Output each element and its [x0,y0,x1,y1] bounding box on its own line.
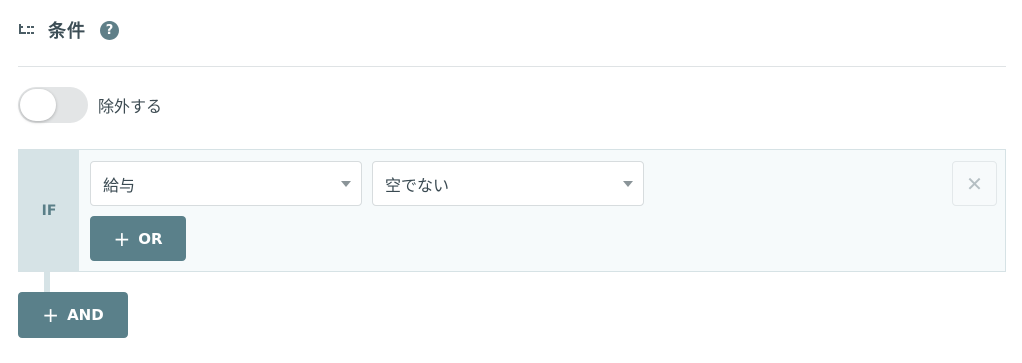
chevron-down-icon [623,181,633,187]
plus-icon: + [113,226,131,251]
remove-condition-button[interactable]: ✕ [952,161,997,206]
add-or-button[interactable]: + OR [90,216,186,261]
add-and-label: AND [67,306,104,324]
if-column: IF [19,150,79,271]
operator-select-value: 空でない [385,175,450,195]
help-icon[interactable]: ? [100,20,119,40]
exclude-toggle-label: 除外する [98,97,163,116]
connector-line [44,272,50,292]
section-header: 条件 ? [18,16,119,44]
close-icon: ✕ [966,171,983,196]
toggle-knob [20,89,56,121]
field-select-value: 給与 [103,175,136,195]
add-or-label: OR [138,229,163,248]
chevron-down-icon [341,181,351,187]
tree-structure-icon [18,21,36,39]
operator-select[interactable]: 空でない [372,161,644,206]
divider [18,66,1006,67]
if-label: IF [41,202,57,219]
plus-icon: + [42,303,60,327]
exclude-toggle[interactable] [18,87,88,123]
field-select[interactable]: 給与 [90,161,362,206]
exclude-toggle-row: 除外する [18,87,162,123]
condition-block: IF 給与 空でない ✕ + OR [18,149,1006,272]
section-title: 条件 [48,21,86,42]
add-and-button[interactable]: + AND [18,292,128,338]
